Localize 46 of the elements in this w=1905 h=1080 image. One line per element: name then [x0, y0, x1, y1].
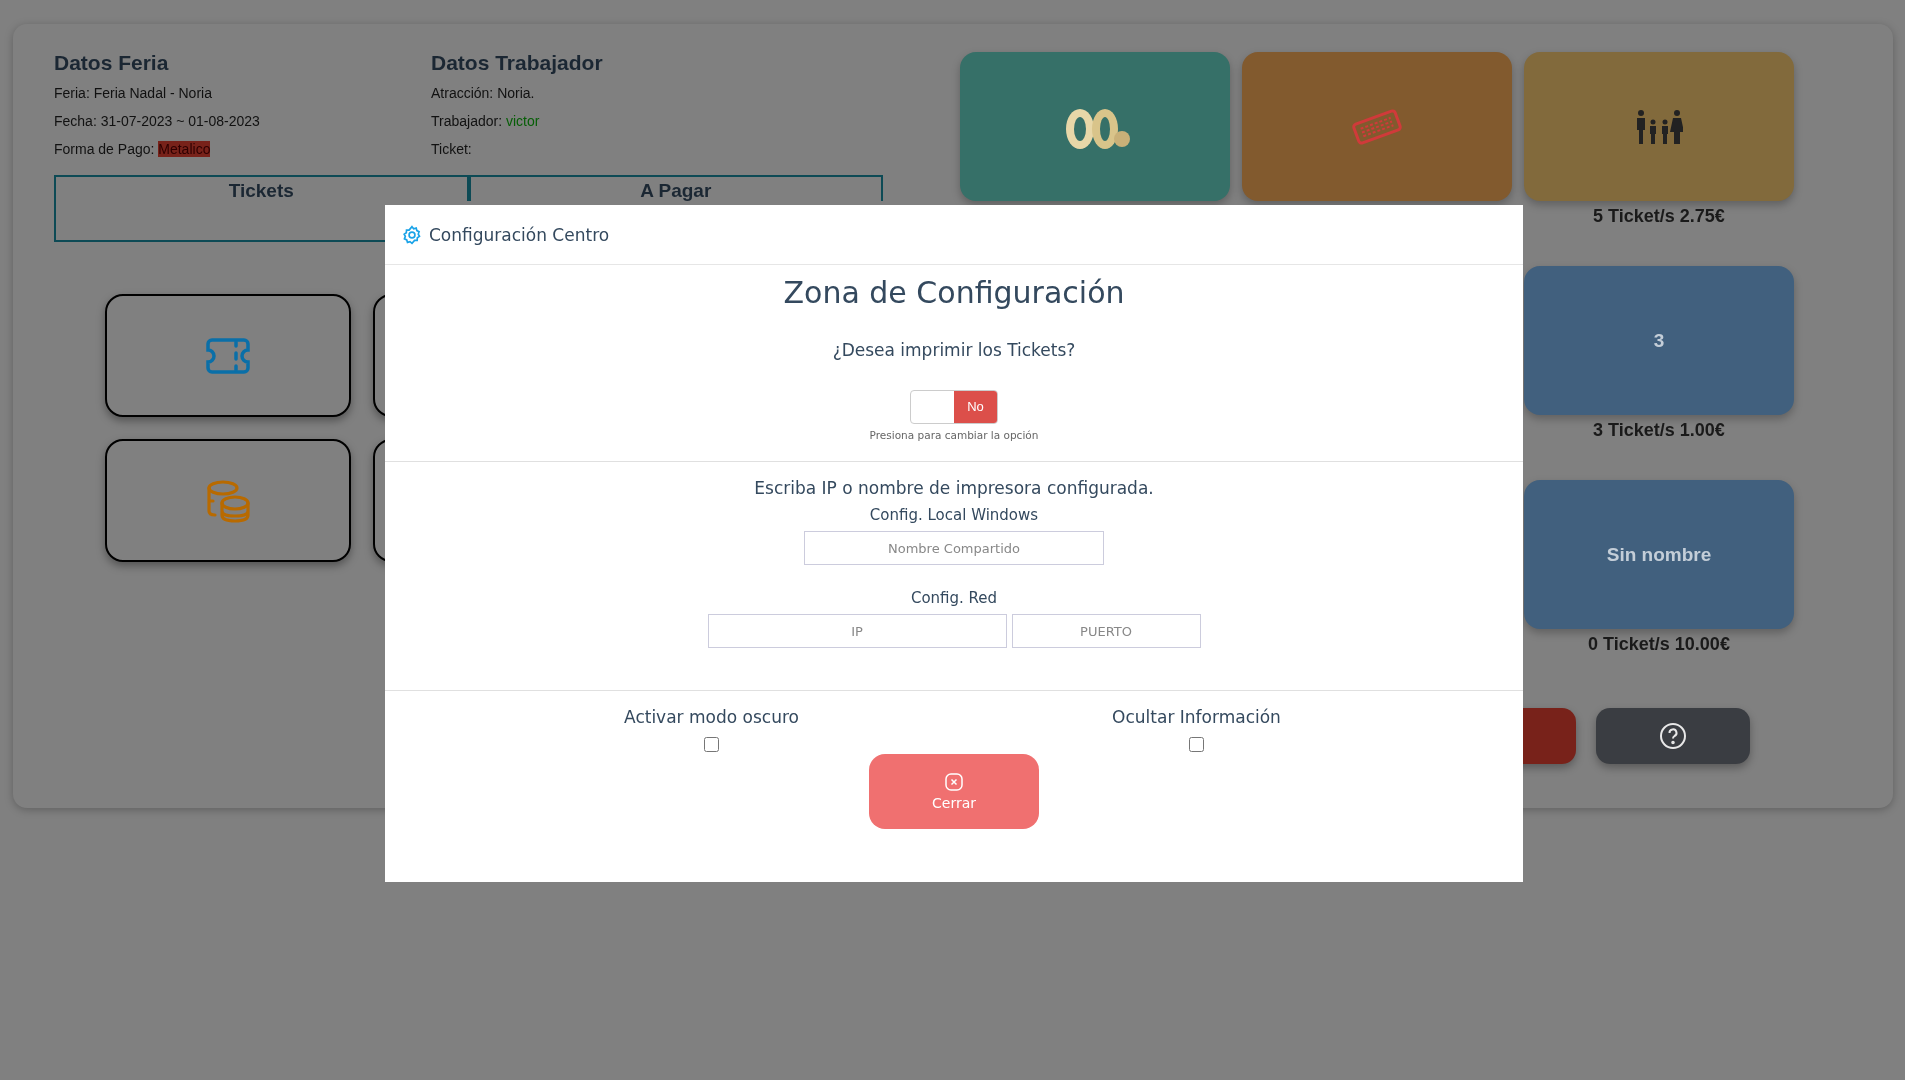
- tab[interactable]: A Pagar: [468, 175, 883, 201]
- ticket-tile[interactable]: [960, 52, 1230, 201]
- share-name-field[interactable]: Nombre Compartido: [804, 531, 1104, 565]
- field-label: Config. Local Windows: [869, 506, 1039, 524]
- close-icon: [945, 772, 963, 791]
- print-toggle[interactable]: No: [910, 390, 998, 424]
- toggle-hint: Presiona para cambiar la opción: [869, 429, 1039, 441]
- ticket-tile[interactable]: Sin nombre: [1524, 480, 1794, 629]
- tile-label: Sin nombre: [1606, 543, 1712, 566]
- coins-icon: [206, 478, 250, 523]
- info-line: Trabajador: victor: [431, 112, 541, 131]
- option-checkbox[interactable]: [1189, 737, 1204, 752]
- close-button[interactable]: Cerrar: [869, 754, 1039, 829]
- ticket-tile[interactable]: [1524, 52, 1794, 201]
- ticket-icon: [206, 337, 250, 374]
- info-line: Ticket:: [431, 140, 473, 159]
- info-line: Atracción: Noria.: [431, 84, 536, 103]
- help-icon: [1659, 722, 1687, 750]
- section-title: Datos Trabajador: [431, 51, 604, 75]
- field-label: Config. Red: [910, 589, 998, 607]
- tile-label: 3: [1653, 329, 1665, 352]
- tile-caption: 5 Ticket/s 2.75€: [1592, 206, 1726, 227]
- port-field[interactable]: PUERTO: [1011, 614, 1201, 648]
- family-icon: [1635, 109, 1683, 144]
- stamp-icon: [1351, 106, 1403, 147]
- dialog-title: Configuración Centro: [429, 224, 610, 245]
- printer-prompt: Escriba IP o nombre de impresora configurada.: [754, 478, 1154, 498]
- option-label: Activar modo oscuro: [624, 707, 799, 727]
- ticket-tile[interactable]: [1242, 52, 1512, 201]
- tile-caption: 0 Ticket/s 10.00€: [1587, 634, 1731, 655]
- help-button[interactable]: [1596, 708, 1750, 764]
- info-line: Forma de Pago: Metalico: [54, 140, 212, 159]
- section-title: Datos Feria: [54, 51, 170, 75]
- dialog-heading: Zona de Configuración: [783, 275, 1125, 310]
- action-button[interactable]: [105, 439, 351, 562]
- ip-field[interactable]: IP: [707, 614, 1007, 648]
- info-line: Fecha: 31-07-2023 ~ 01-08-2023: [54, 112, 261, 131]
- option-label: Ocultar Información: [1112, 707, 1281, 727]
- tab[interactable]: Tickets: [54, 175, 469, 201]
- option-checkbox[interactable]: [704, 737, 719, 752]
- tile-caption: 3 Ticket/s 1.00€: [1592, 420, 1726, 441]
- ticket-tile[interactable]: 3: [1524, 266, 1794, 415]
- settings-icon: [402, 224, 422, 245]
- print-question: ¿Desea imprimir los Tickets?: [832, 340, 1076, 360]
- info-line: Feria: Feria Nadal - Noria: [54, 84, 213, 103]
- action-button[interactable]: [105, 294, 351, 417]
